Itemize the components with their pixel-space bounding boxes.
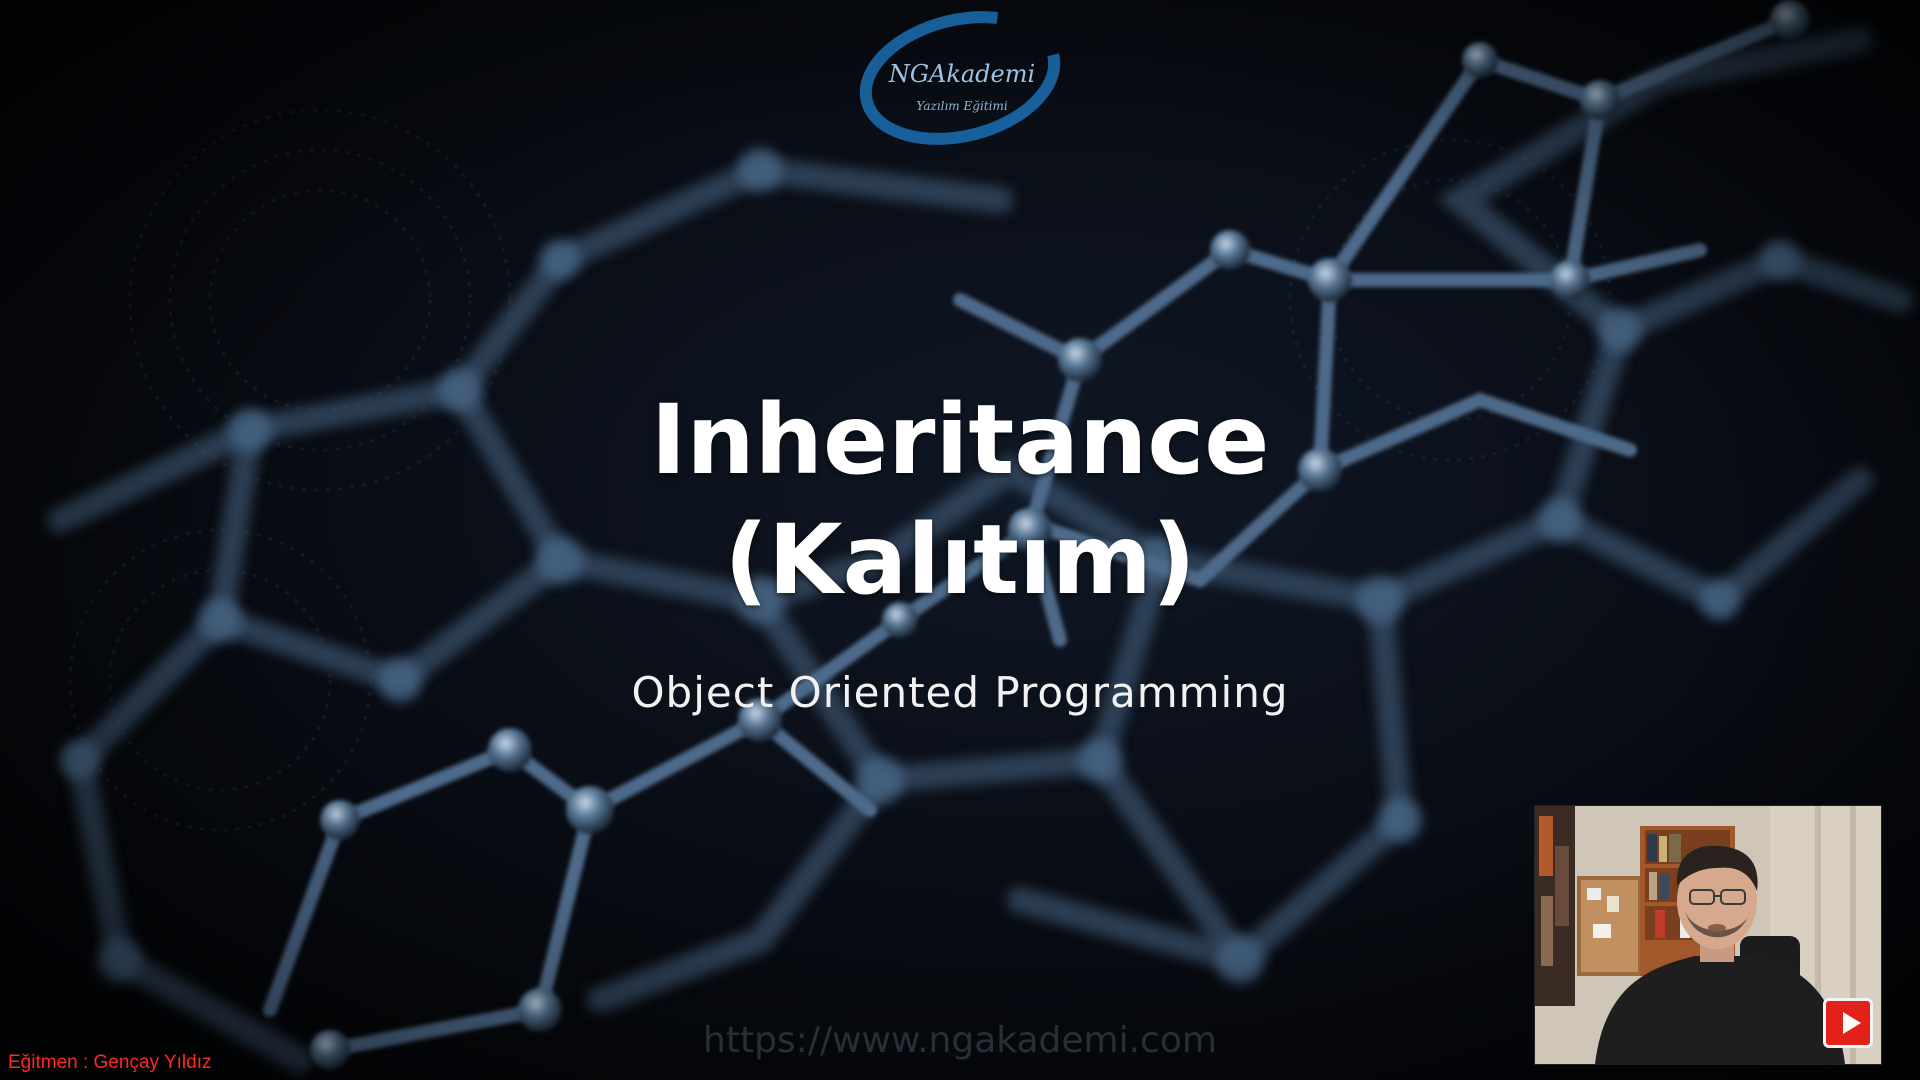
slide-subtitle: Object Oriented Programming	[631, 668, 1289, 717]
slide-title: Inheritance (Kalıtım)	[460, 380, 1460, 620]
logo-brand-text: NGAkademi	[888, 60, 1035, 88]
ngakademi-logo-icon: NGAkademi Yazılım Eğitimi	[859, 11, 1061, 145]
play-icon[interactable]	[1823, 998, 1873, 1048]
presentation-slide: NGAkademi Yazılım Eğitimi Inheritance (K…	[0, 0, 1920, 1080]
instructor-caption: Eğitmen : Gençay Yıldız	[8, 1052, 212, 1073]
logo-tagline-text: Yazılım Eğitimi	[916, 99, 1007, 113]
webcam-overlay	[1534, 805, 1882, 1065]
slide-title-line-2: (Kalıtım)	[724, 504, 1196, 616]
slide-title-line-1: Inheritance	[650, 384, 1270, 496]
website-watermark: https://www.ngakademi.com	[703, 1020, 1217, 1061]
